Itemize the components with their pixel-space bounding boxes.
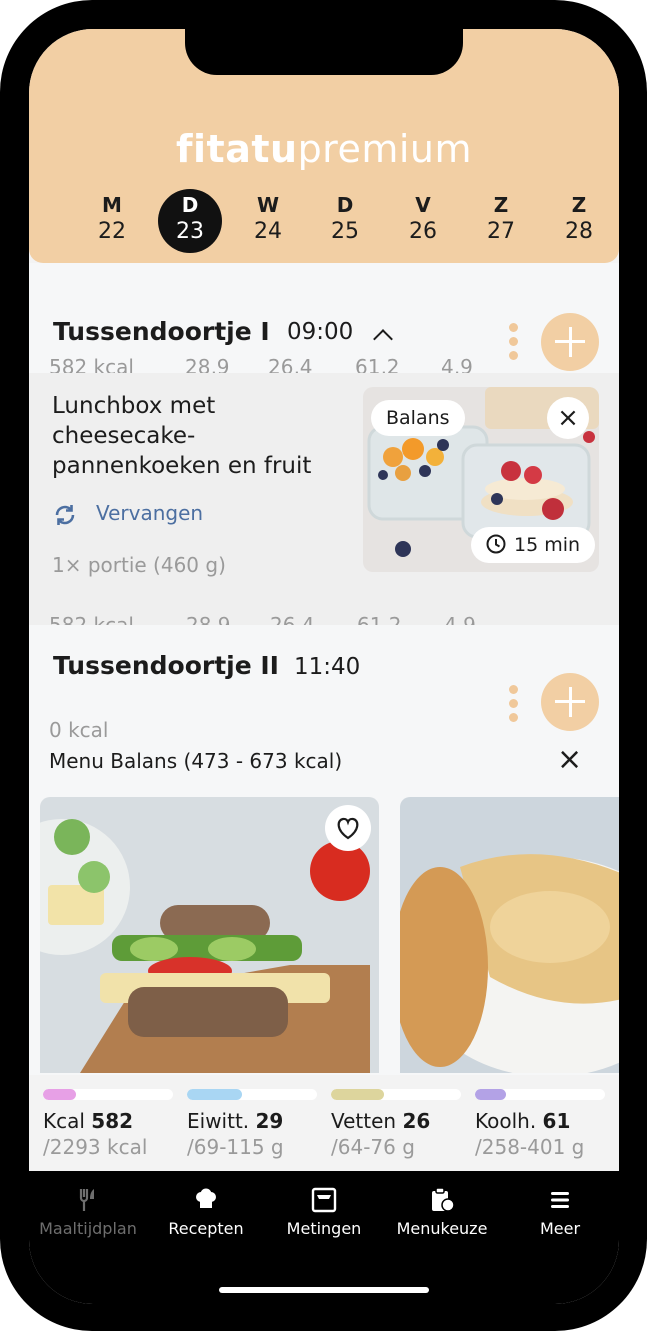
progress-fill: [187, 1089, 242, 1100]
tab-recepten[interactable]: Recepten: [147, 1187, 265, 1238]
day-letter: Z: [493, 193, 509, 217]
nutrient-label: Koolh. 61: [475, 1109, 571, 1133]
recipe-title[interactable]: Lunchbox met cheesecake-pannenkoeken en …: [52, 391, 352, 481]
progress-fill: [43, 1089, 76, 1100]
day-number: 27: [487, 219, 515, 244]
app-screen: fitatupremium M 22 D 23 W 24 D 25 V 26 Z 27 Z2…: [29, 29, 619, 1304]
tab-label: Menukeuze: [396, 1219, 488, 1238]
recipe-portion: 1× portie (460 g): [52, 553, 226, 577]
day-letter: Z: [571, 193, 587, 217]
progress-bar: [43, 1089, 173, 1100]
bottom-tab-bar: Maaltijdplan Recepten Metingen Menukeuze…: [29, 1171, 619, 1304]
suggestion-card-bread[interactable]: [400, 797, 619, 1073]
clock-icon: [486, 534, 506, 554]
day-friday[interactable]: V 26: [391, 189, 455, 253]
tab-meer[interactable]: Meer: [501, 1187, 619, 1238]
day-thursday[interactable]: D 25: [313, 189, 377, 253]
progress-fill: [331, 1089, 385, 1100]
meal-kcal: 0 kcal: [49, 718, 109, 742]
replace-button[interactable]: Vervangen: [52, 501, 203, 528]
tab-label: Meer: [539, 1219, 581, 1238]
suggestion-card-sandwich[interactable]: [40, 797, 379, 1073]
day-letter: V: [415, 193, 431, 217]
heart-icon: [337, 817, 359, 840]
logo-bold: fitatu: [175, 127, 298, 171]
meal-title: Tussendoortje I: [53, 317, 270, 346]
favorite-button[interactable]: [325, 805, 371, 851]
day-number: 25: [331, 219, 359, 244]
duration-badge: 15 min: [471, 527, 596, 563]
progress-bar: [475, 1089, 605, 1100]
meal-section-tussendoortje-1: Tussendoortje I 09:00 582 kcal 28,9 26,4…: [29, 263, 619, 379]
day-letter: W: [256, 193, 280, 217]
menu-suggestion-label: Menu Balans (473 - 673 kcal): [49, 749, 343, 773]
day-number: 26: [409, 219, 437, 244]
day-number: 28: [565, 219, 593, 244]
scale-icon: [311, 1187, 337, 1213]
meal-time[interactable]: 09:00: [287, 319, 353, 345]
phone-frame: fitatupremium M 22 D 23 W 24 D 25 V 26 Z 27 Z2…: [0, 0, 647, 1331]
week-strip: M 22 D 23 W 24 D 25 V 26 Z 27 Z 28: [51, 189, 597, 253]
day-letter: D: [336, 193, 354, 217]
progress-bar: [331, 1089, 461, 1100]
nutrient-goal: /69-115 g: [187, 1135, 284, 1159]
meal-time[interactable]: 11:40: [294, 654, 360, 680]
tab-maaltijdplan[interactable]: Maaltijdplan: [29, 1187, 147, 1238]
more-options-icon[interactable]: [509, 685, 519, 725]
add-food-button[interactable]: [541, 673, 599, 731]
nutrient-goal: /258-401 g: [475, 1135, 585, 1159]
tab-label: Metingen: [286, 1219, 362, 1238]
day-letter: D: [181, 193, 199, 217]
day-number: 24: [254, 219, 282, 244]
day-monday[interactable]: M 22: [80, 189, 144, 253]
bread-photo: [400, 797, 619, 1073]
close-icon[interactable]: ×: [547, 397, 589, 439]
clipboard-icon: [432, 1187, 455, 1212]
nutrient-goal: /2293 kcal: [43, 1135, 148, 1159]
app-logo: fitatupremium: [29, 127, 619, 171]
duration-label: 15 min: [514, 534, 581, 556]
chef-hat-icon: [196, 1188, 216, 1208]
close-icon[interactable]: ×: [557, 745, 582, 775]
tab-label: Recepten: [168, 1219, 244, 1238]
replace-label: Vervangen: [96, 501, 204, 525]
day-tuesday-selected[interactable]: D 23: [158, 189, 222, 253]
cutlery-icon: [79, 1189, 94, 1211]
day-number: 22: [98, 219, 126, 244]
tab-menukeuze[interactable]: Menukeuze: [383, 1187, 501, 1238]
phone-notch: [185, 29, 463, 75]
nutrient-label: Eiwitt. 29: [187, 1109, 284, 1133]
more-options-icon[interactable]: [509, 323, 519, 363]
nutrient-goal: /64-76 g: [331, 1135, 415, 1159]
day-wednesday[interactable]: W 24: [236, 189, 300, 253]
progress-fill: [475, 1089, 507, 1100]
tab-metingen[interactable]: Metingen: [265, 1187, 383, 1238]
chevron-up-icon[interactable]: [373, 329, 393, 349]
refresh-icon: [55, 504, 75, 525]
add-food-button[interactable]: [541, 313, 599, 371]
recipe-item[interactable]: Lunchbox met cheesecake-pannenkoeken en …: [29, 373, 619, 637]
home-indicator[interactable]: [219, 1287, 429, 1293]
recipe-image[interactable]: Balans × 15 min: [363, 387, 599, 572]
diet-tag-badge: Balans: [371, 400, 465, 436]
tab-label: Maaltijdplan: [39, 1219, 137, 1238]
day-saturday[interactable]: Z 27: [469, 189, 533, 253]
meal-title: Tussendoortje II: [53, 651, 279, 680]
progress-bar: [187, 1089, 317, 1100]
day-number: 23: [176, 219, 204, 244]
menu-icon: [551, 1192, 569, 1208]
daily-nutrition-summary[interactable]: Kcal 582 /2293 kcal Eiwitt. 29 /69-115 g…: [29, 1075, 619, 1171]
nutrient-label: Vetten 26: [331, 1109, 431, 1133]
day-letter: M: [102, 193, 122, 217]
day-sunday[interactable]: Z 28: [547, 189, 611, 253]
nutrient-label: Kcal 582: [43, 1109, 134, 1133]
logo-light: premium: [297, 127, 473, 171]
